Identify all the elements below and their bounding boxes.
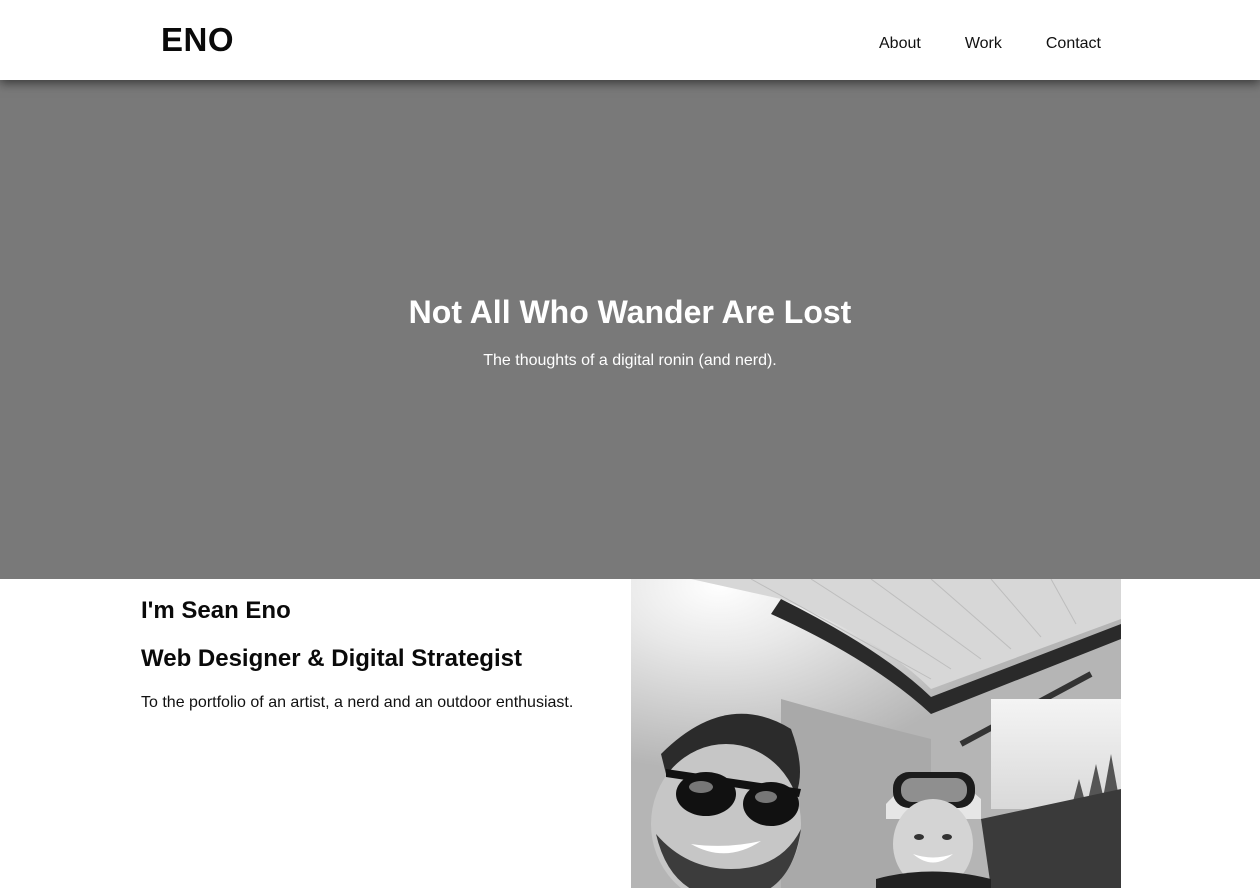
hero-title: Not All Who Wander Are Lost (408, 294, 852, 330)
intro-tagline: To the portfolio of an artist, a nerd an… (141, 694, 574, 711)
site-header: ENO About Work Contact (0, 0, 1260, 80)
hero-subtitle: The thoughts of a digital ronin (and ner… (483, 352, 777, 369)
intro-section: I'm Sean Eno Web Designer & Digital Stra… (0, 579, 1260, 888)
nav-link-about[interactable]: About (879, 34, 921, 54)
intro-role-heading: Web Designer & Digital Strategist (141, 645, 522, 672)
hero-banner: Not All Who Wander Are Lost The thoughts… (0, 80, 1260, 579)
intro-text: I'm Sean Eno Web Designer & Digital Stra… (141, 597, 611, 713)
nav-link-contact[interactable]: Contact (1046, 34, 1101, 54)
profile-photo (631, 579, 1121, 888)
intro-name-heading: I'm Sean Eno (141, 597, 291, 624)
nav-link-work[interactable]: Work (965, 34, 1002, 54)
site-logo[interactable]: ENO (161, 21, 234, 59)
main-nav: About Work Contact (879, 34, 1101, 54)
